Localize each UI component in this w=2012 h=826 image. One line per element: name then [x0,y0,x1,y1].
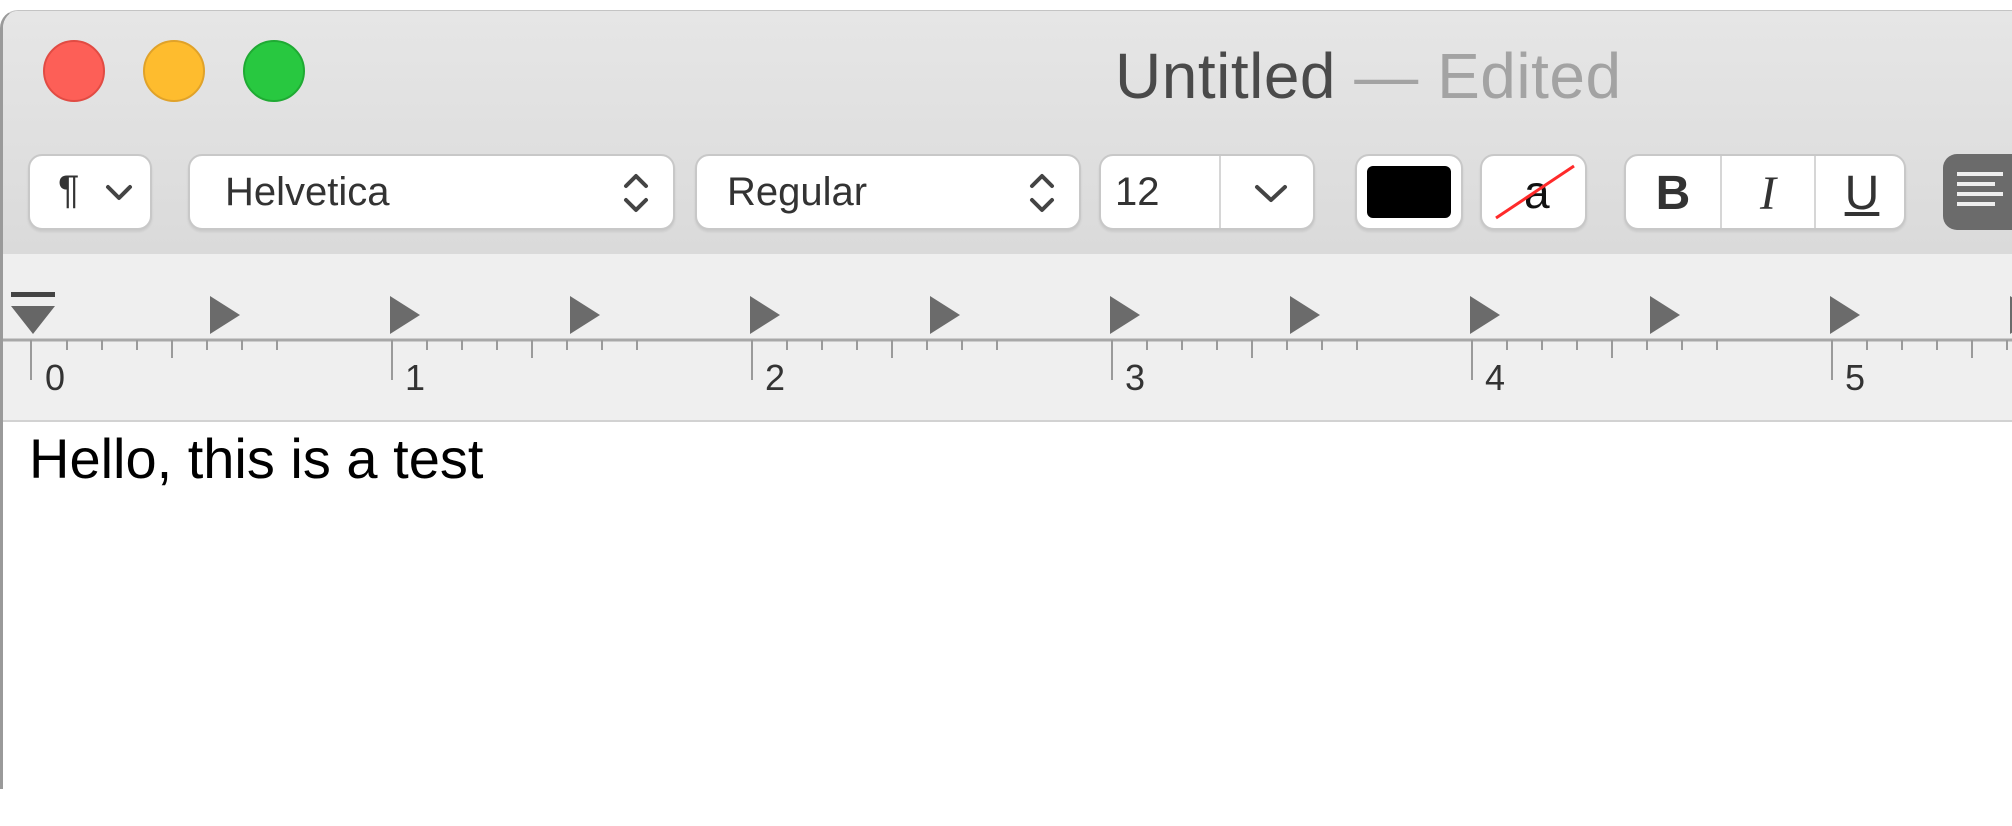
text-style-segmented-control: B I U [1624,154,1906,230]
ruler-label: 0 [45,357,65,398]
font-size-value[interactable]: 12 [1115,170,1160,215]
italic-label: I [1760,167,1776,220]
chevron-down-icon[interactable] [1253,182,1289,206]
font-family-select[interactable]: Helvetica [188,154,675,230]
font-style-select[interactable]: Regular [695,154,1081,230]
background-color-well[interactable]: a [1480,154,1587,230]
tab-stop-icon [210,296,240,334]
document-name: Untitled [1115,40,1336,112]
tab-stop-icon [1470,296,1500,334]
no-color-icon: a [1495,164,1575,220]
maximize-button[interactable] [243,40,305,102]
bold-label: B [1655,167,1691,220]
document-text-area[interactable]: Hello, this is a test [3,422,2012,789]
ruler-label: 3 [1125,357,1145,398]
underline-button[interactable]: U [1814,156,1908,228]
text-color-well[interactable] [1355,154,1463,230]
document-text[interactable]: Hello, this is a test [29,426,483,491]
tab-stop-icon [390,296,420,334]
edited-status: — Edited [1354,40,1622,112]
tab-stop-icon [570,296,600,334]
tab-stop-icon [1830,296,1860,334]
ruler[interactable]: 0 1 2 3 4 5 [3,254,2012,422]
tab-stop-icon [1650,296,1680,334]
font-family-value: Helvetica [225,170,390,214]
bold-button[interactable]: B [1626,156,1720,228]
chevron-down-icon [106,185,132,200]
ruler-label: 2 [765,357,785,398]
ruler-label: 4 [1485,357,1505,398]
tab-stop-icon [750,296,780,334]
font-size-combo[interactable]: 12 [1099,154,1315,230]
minimize-button[interactable] [143,40,205,102]
indent-marker-icon[interactable] [11,292,55,334]
title-bar: Untitled — Edited ¶ Helvetica Regular 12… [3,11,2012,256]
ruler-label: 1 [405,357,425,398]
text-color-swatch [1367,166,1451,218]
align-left-icon [1957,172,2003,206]
close-button[interactable] [43,40,105,102]
font-style-value: Regular [727,170,868,214]
ruler-graphic: 0 1 2 3 4 5 [3,292,2012,398]
divider [1219,156,1221,228]
italic-button[interactable]: I [1720,156,1814,228]
textedit-window: Untitled — Edited ¶ Helvetica Regular 12… [0,10,2012,789]
up-down-stepper-icon [1030,174,1054,212]
underline-label: U [1844,167,1880,220]
paragraph-styles-button[interactable]: ¶ [28,154,152,230]
window-title: Untitled — Edited [1115,39,1622,113]
tab-stops[interactable] [210,296,2012,334]
align-left-button[interactable] [1943,154,2012,230]
ruler-label: 5 [1845,357,1865,398]
up-down-stepper-icon [624,174,648,212]
tab-stop-icon [1290,296,1320,334]
tab-stop-icon [1110,296,1140,334]
tab-stop-icon [930,296,960,334]
paragraph-icon: ¶ [58,168,80,212]
